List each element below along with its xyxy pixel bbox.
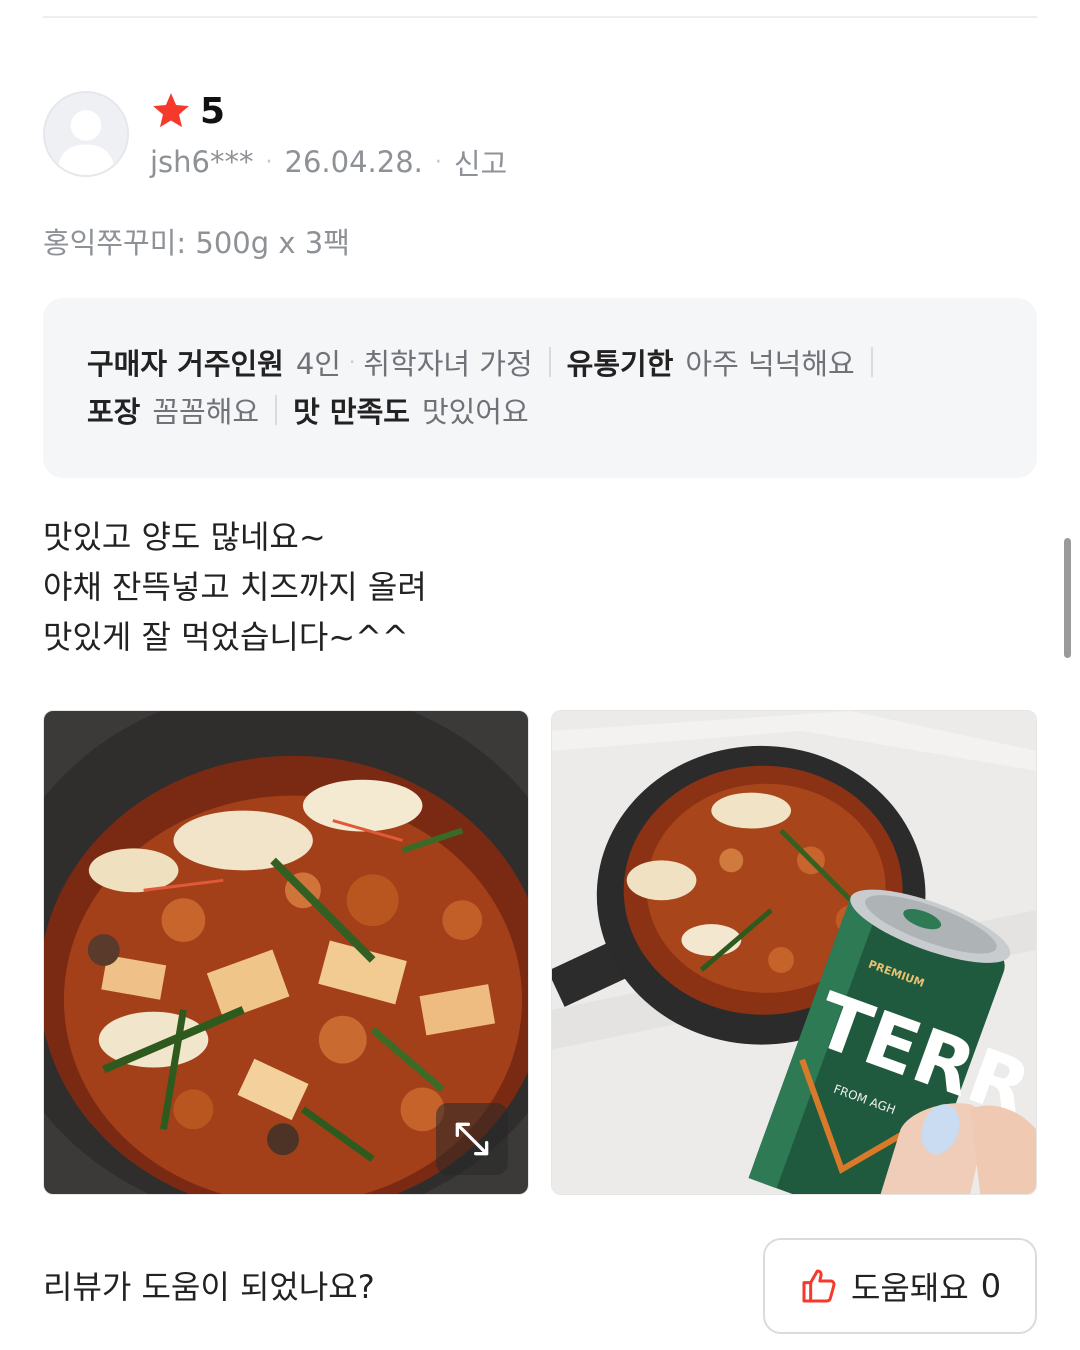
food-with-beer-photo-image: TERR FROM AGH PREMIUM <box>552 711 1036 1194</box>
helpful-label: 도움돼요 <box>850 1269 969 1307</box>
review-attributes: 구매자 거주인원 4인 · 취학자녀 가정 유통기한 아주 넉넉해요 포장 꼼꼼… <box>43 298 1037 478</box>
thumbs-up-icon <box>802 1269 836 1303</box>
attribute-value: 맛있어요 <box>421 395 529 429</box>
rating-value: 5 <box>200 90 226 132</box>
expand-photo-button[interactable] <box>436 1103 508 1175</box>
default-avatar-icon <box>45 93 127 175</box>
attribute-value: 아주 넉넉해요 <box>685 347 855 381</box>
attribute-key: 맛 만족도 <box>293 395 410 429</box>
reviewer-id: jsh6*** <box>150 145 254 179</box>
attribute-key: 유통기한 <box>566 347 674 381</box>
review-text-line: 맛있고 양도 많네요~ <box>43 518 326 556</box>
attribute-value: 4인 <box>295 347 341 381</box>
review-text: 맛있고 양도 많네요~ 야채 잔뜩넣고 치즈까지 올려 맛있게 잘 먹었습니다~… <box>43 512 427 662</box>
attribute-key: 포장 <box>87 395 141 429</box>
review-meta: jsh6*** · 26.04.28. · 신고 <box>150 142 507 182</box>
review-text-line: 맛있게 잘 먹었습니다~^^ <box>43 618 409 656</box>
helpful-question: 리뷰가 도움이 되었나요? <box>43 1268 375 1306</box>
report-link[interactable]: 신고 <box>454 141 507 183</box>
attribute-value: 꼼꼼해요 <box>152 395 260 429</box>
attribute-separator <box>548 347 551 377</box>
attribute-dot: · <box>349 350 356 374</box>
review-date: 26.04.28. <box>284 145 423 179</box>
attribute-sub-value: 취학자녀 가정 <box>363 347 533 381</box>
attribute-line: 포장 꼼꼼해요 맛 만족도 맛있어요 <box>87 386 993 434</box>
meta-separator: · <box>265 149 273 175</box>
helpful-count: 0 <box>980 1267 1002 1305</box>
expand-icon <box>455 1122 489 1156</box>
attribute-key: 구매자 거주인원 <box>87 347 284 381</box>
divider <box>43 16 1037 18</box>
attribute-separator <box>275 395 278 425</box>
review-photo[interactable]: TERR FROM AGH PREMIUM <box>551 710 1037 1195</box>
star-icon <box>153 93 189 128</box>
purchased-option: 홍익쭈꾸미: 500g x 3팩 <box>43 226 350 260</box>
scrollbar[interactable] <box>1064 538 1071 658</box>
rating: 5 <box>150 88 225 134</box>
attribute-separator <box>870 347 873 377</box>
helpful-button[interactable]: 도움돼요 0 <box>763 1238 1037 1334</box>
attribute-line: 구매자 거주인원 4인 · 취학자녀 가정 유통기한 아주 넉넉해요 <box>87 338 993 386</box>
meta-separator: · <box>434 149 442 175</box>
review-page: 5 jsh6*** · 26.04.28. · 신고 홍익쭈꾸미: 500g x… <box>0 0 1080 1350</box>
review-text-line: 야채 잔뜩넣고 치즈까지 올려 <box>43 568 427 606</box>
avatar <box>43 91 129 177</box>
